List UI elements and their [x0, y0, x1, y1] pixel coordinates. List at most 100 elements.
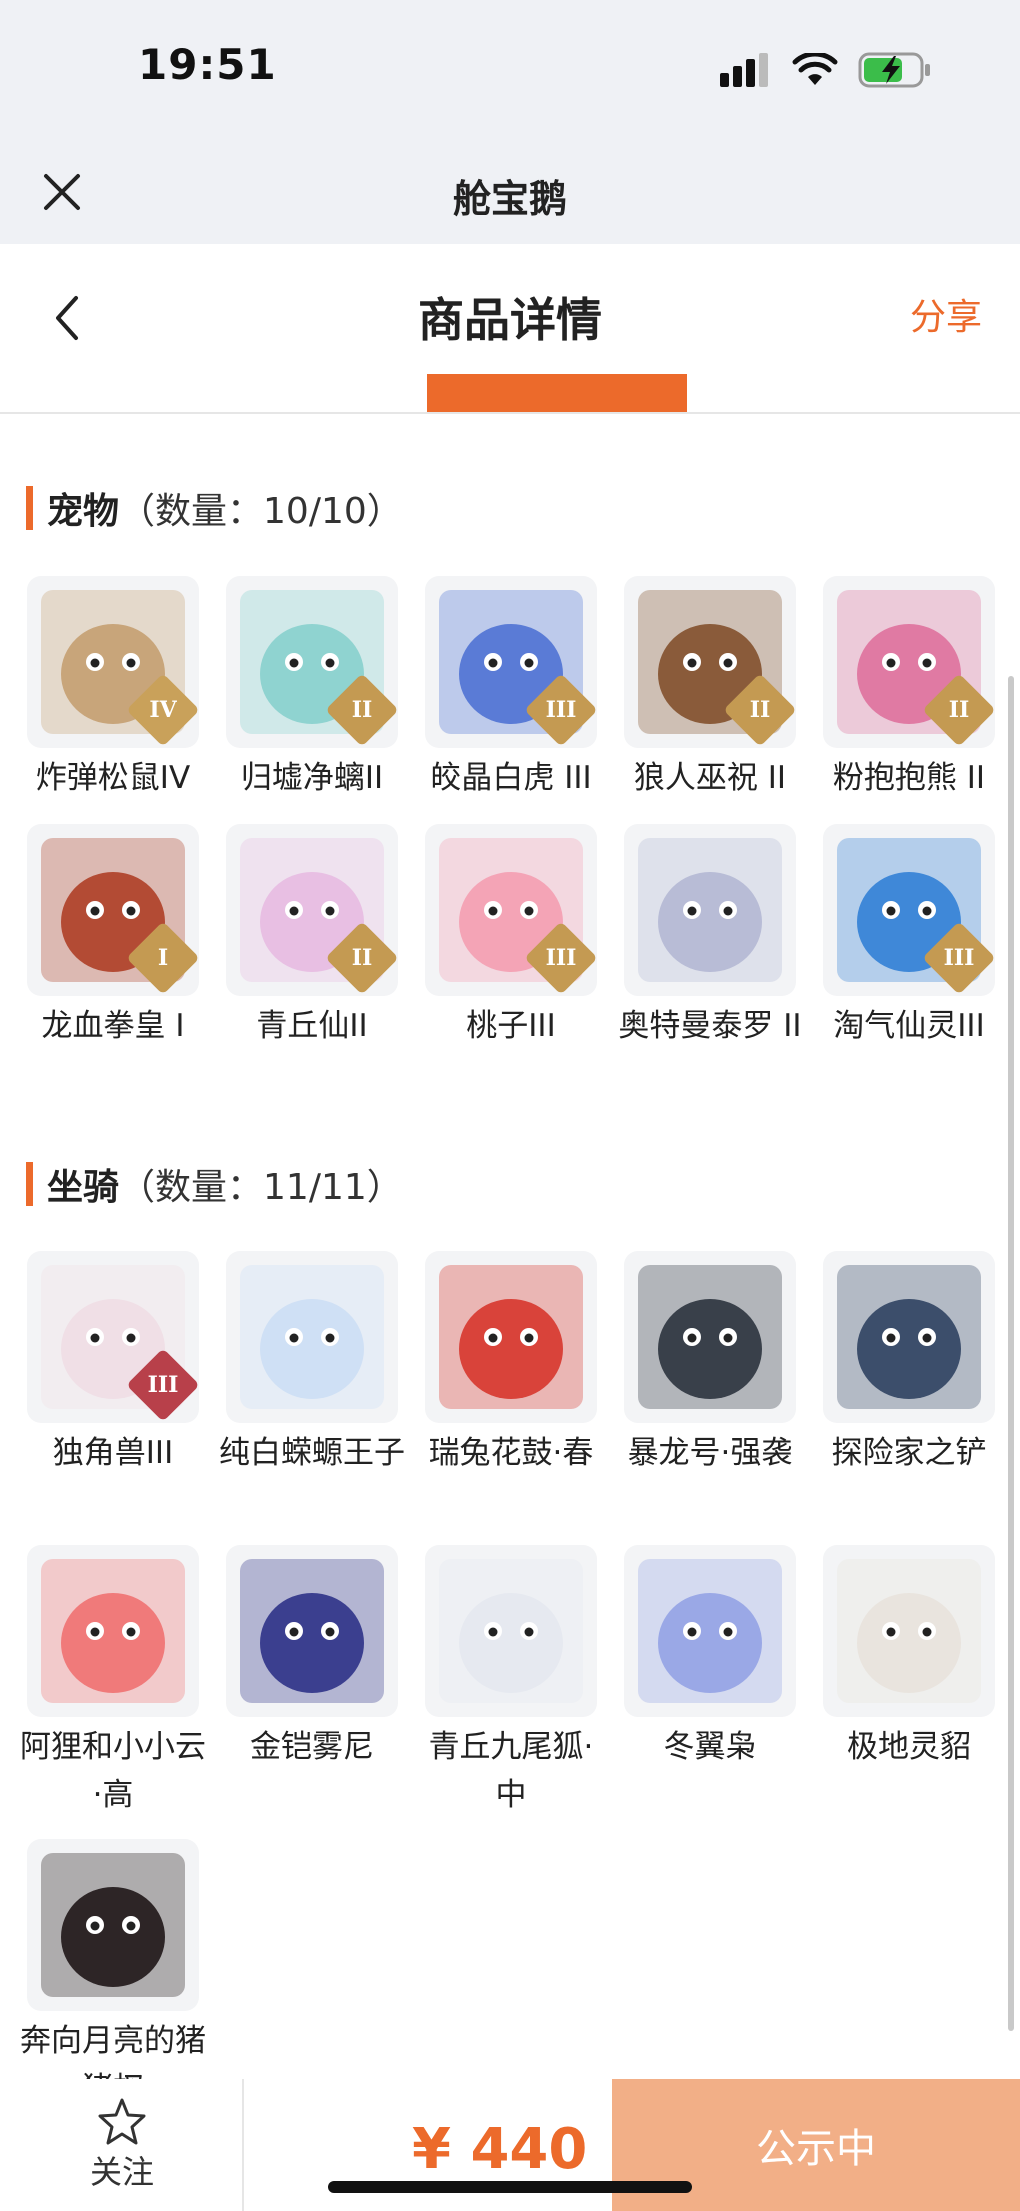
- rank-label: II: [351, 945, 373, 971]
- item-card[interactable]: III 淘气仙灵III: [822, 824, 996, 1050]
- item-name: 青丘九尾狐·中: [428, 1729, 594, 1813]
- item-card[interactable]: 奔向月亮的猪猪杈: [20, 1839, 206, 2113]
- item-image: III: [425, 824, 597, 996]
- item-image: [624, 1545, 796, 1717]
- item-name: 皎晶白虎 III: [430, 760, 592, 796]
- rank-label: III: [943, 945, 975, 971]
- item-name: 阿狸和小小云·高: [20, 1729, 206, 1813]
- creature-illustration-icon: [240, 1265, 384, 1409]
- item-card[interactable]: 探险家之铲: [822, 1251, 996, 1477]
- item-name: 狼人巫祝 II: [633, 760, 787, 796]
- scrollbar[interactable]: [1008, 676, 1014, 2031]
- item-name: 冬翼枭: [663, 1729, 757, 1765]
- section-count: （数量：10/10）: [119, 491, 403, 532]
- item-card[interactable]: 暴龙号·强袭: [623, 1251, 797, 1477]
- rank-badge: IV: [126, 673, 199, 747]
- rank-label: III: [545, 697, 577, 723]
- item-image: III: [27, 1251, 199, 1423]
- item-image: [226, 1545, 398, 1717]
- item-image: II: [226, 824, 398, 996]
- app-title: 舱宝鹅: [452, 177, 567, 221]
- creature-illustration-icon: [837, 1265, 981, 1409]
- creature-illustration-icon: [41, 1559, 185, 1703]
- item-name: 粉抱抱熊 II: [832, 760, 986, 796]
- rank-badge: II: [325, 921, 398, 995]
- item-card[interactable]: II 狼人巫祝 II: [623, 576, 797, 802]
- home-indicator: [328, 2181, 692, 2193]
- item-image: [27, 1839, 199, 2011]
- rank-label: I: [157, 945, 169, 971]
- star-icon: [98, 2098, 146, 2145]
- creature-illustration-icon: [240, 1559, 384, 1703]
- page-nav: 商品详情 分享: [0, 244, 1020, 414]
- item-image: [27, 1545, 199, 1717]
- status-time: 19:51: [138, 40, 277, 89]
- section-title: 坐骑: [47, 1167, 120, 1208]
- rank-label: II: [351, 697, 373, 723]
- item-card[interactable]: III 桃子III: [424, 824, 598, 1050]
- status-icons: [720, 50, 932, 90]
- item-name: 极地灵貂: [847, 1729, 971, 1765]
- item-image: II: [624, 576, 796, 748]
- item-name: 暴龙号·强袭: [627, 1435, 793, 1471]
- rank-label: III: [147, 1372, 179, 1398]
- item-image: IV: [27, 576, 199, 748]
- item-image: I: [27, 824, 199, 996]
- item-card[interactable]: 冬翼枭: [623, 1545, 797, 1771]
- item-name: 淘气仙灵III: [833, 1008, 985, 1044]
- item-card[interactable]: II 归墟净螭II: [225, 576, 399, 802]
- item-image: III: [425, 576, 597, 748]
- item-card[interactable]: II 粉抱抱熊 II: [822, 576, 996, 802]
- item-card[interactable]: 纯白蝾螈王子: [219, 1251, 405, 1477]
- pets-section-header: 宠物 （数量：10/10）: [26, 484, 403, 532]
- rank-badge: III: [524, 921, 597, 995]
- tab-indicator: [427, 374, 687, 412]
- rank-badge: III: [126, 1348, 199, 1422]
- creature-illustration-icon: [41, 1853, 185, 1997]
- creature-illustration-icon: [638, 1559, 782, 1703]
- item-card[interactable]: III 独角兽III: [26, 1251, 200, 1477]
- rank-badge: II: [723, 673, 796, 747]
- item-image: [624, 824, 796, 996]
- rank-badge: I: [126, 921, 199, 995]
- page-title: 商品详情: [418, 293, 602, 347]
- item-image: [823, 1251, 995, 1423]
- item-card[interactable]: II 青丘仙II: [225, 824, 399, 1050]
- rank-badge: III: [524, 673, 597, 747]
- item-card[interactable]: 瑞兔花鼓·春: [424, 1251, 598, 1477]
- item-card[interactable]: III 皎晶白虎 III: [424, 576, 598, 802]
- section-accent-bar: [26, 1162, 33, 1206]
- item-card[interactable]: 金铠雾尼: [225, 1545, 399, 1771]
- item-name: 探险家之铲: [831, 1435, 987, 1471]
- item-card[interactable]: 阿狸和小小云·高: [20, 1545, 206, 1819]
- share-button[interactable]: 分享: [910, 288, 982, 340]
- item-image: [226, 1251, 398, 1423]
- rank-label: III: [545, 945, 577, 971]
- item-name: 龙血拳皇 I: [41, 1008, 185, 1044]
- item-image: [425, 1545, 597, 1717]
- item-card[interactable]: 极地灵貂: [822, 1545, 996, 1771]
- creature-illustration-icon: [638, 1265, 782, 1409]
- item-name: 炸弹松鼠IV: [35, 760, 191, 796]
- section-accent-bar: [26, 486, 33, 530]
- rank-label: II: [948, 697, 970, 723]
- item-card[interactable]: IV 炸弹松鼠IV: [26, 576, 200, 802]
- item-card[interactable]: 奥特曼泰罗 II: [618, 824, 802, 1050]
- follow-button[interactable]: 关注: [0, 2079, 244, 2211]
- item-image: [823, 1545, 995, 1717]
- item-name: 桃子III: [466, 1008, 556, 1044]
- rank-badge: II: [325, 673, 398, 747]
- item-name: 金铠雾尼: [250, 1729, 374, 1765]
- creature-illustration-icon: [439, 1559, 583, 1703]
- rank-badge: III: [922, 921, 995, 995]
- price: ¥ 440: [412, 2117, 588, 2182]
- item-card[interactable]: 青丘九尾狐·中: [424, 1545, 598, 1819]
- rank-badge: II: [922, 673, 995, 747]
- item-name: 青丘仙II: [256, 1008, 368, 1044]
- item-card[interactable]: I 龙血拳皇 I: [26, 824, 200, 1050]
- item-name: 归墟净螭II: [240, 760, 384, 796]
- item-image: [425, 1251, 597, 1423]
- cellular-signal-icon: [720, 53, 768, 87]
- item-image: [624, 1251, 796, 1423]
- divider: [0, 412, 1020, 414]
